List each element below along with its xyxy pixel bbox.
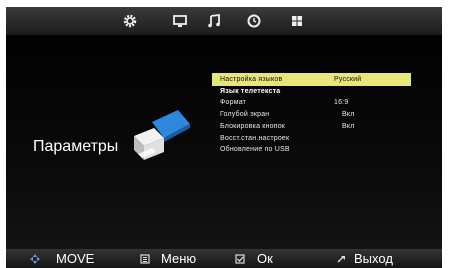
menu-item-label: Настройка языков [220, 76, 283, 83]
menu-item-label: Восст.стан.настроек [220, 134, 290, 142]
exit-icon [337, 256, 345, 263]
clock-icon[interactable] [246, 13, 262, 29]
settings-category-icon [134, 110, 190, 160]
menu-item-language[interactable]: Настройка языков Русский [212, 73, 411, 86]
hint-bar: MOVE Меню Ок Выход [6, 249, 442, 268]
menu-item-label: Формат [220, 99, 247, 107]
menu-item-format[interactable]: Формат 16:9 [212, 98, 411, 110]
menu-item-teletext-language[interactable]: Язык телетекста [212, 86, 411, 98]
menu-item-blue-screen[interactable]: Голубой экран Вкл [212, 110, 411, 122]
top-icon-bar [6, 7, 442, 35]
menu-item-value: Вкл [342, 111, 355, 119]
move-arrows-icon [30, 254, 40, 264]
page-title: Параметры [33, 138, 119, 155]
music-note-icon[interactable] [206, 13, 222, 29]
settings-menu: Настройка языков Русский Язык телетекста… [212, 73, 411, 157]
ok-icon [235, 254, 245, 264]
menu-item-usb-update[interactable]: Обновление по USB [212, 145, 411, 157]
menu-item-label: Язык телетекста [220, 87, 281, 95]
hint-ok-label: Ок [257, 251, 273, 266]
tv-screen: Параметры Настройка языков Русский Язык … [6, 7, 442, 268]
menu-item-value: 16:9 [334, 99, 349, 107]
menu-item-value: Русский [334, 76, 362, 83]
gear-icon[interactable] [122, 13, 138, 29]
menu-item-label: Обновление по USB [220, 146, 290, 154]
menu-item-label: Голубой экран [220, 111, 270, 119]
menu-item-key-lock[interactable]: Блокировка кнопок Вкл [212, 121, 411, 133]
grid-icon[interactable] [289, 13, 305, 29]
hint-menu-label: Меню [161, 251, 197, 266]
monitor-icon[interactable] [172, 13, 188, 29]
hint-move-label: MOVE [56, 251, 95, 266]
menu-item-value: Вкл [342, 122, 355, 130]
menu-icon [140, 254, 150, 264]
menu-item-restore-defaults[interactable]: Восст.стан.настроек [212, 133, 411, 145]
menu-item-label: Блокировка кнопок [220, 122, 286, 130]
hint-exit-label: Выход [354, 251, 393, 266]
